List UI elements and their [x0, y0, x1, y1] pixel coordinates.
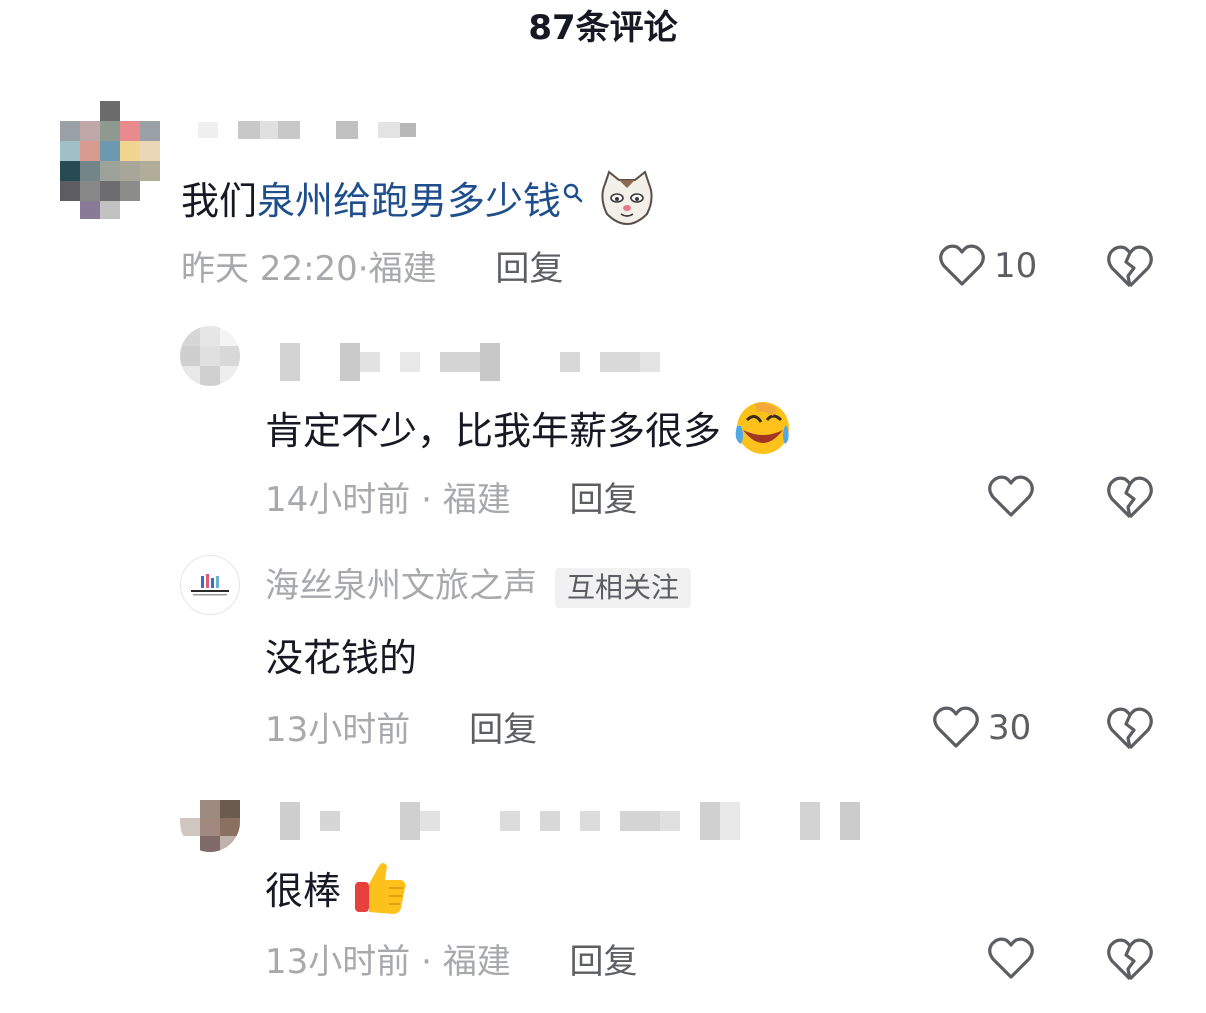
like-button[interactable]: [987, 475, 1035, 519]
comment-meta: 13小时前 · 福建 回复: [265, 940, 638, 984]
comment-meta: 14小时前 · 福建 回复: [265, 478, 638, 522]
comment-text-plain: 我们: [181, 179, 258, 223]
broken-heart-icon: [1107, 707, 1153, 750]
heart-outline-icon: [988, 475, 1034, 517]
laughing-crying-emoji-icon: [733, 400, 791, 467]
comments-count-title: 87条评论: [528, 8, 678, 48]
comment-location: 福建: [442, 942, 511, 982]
like-count: 10: [994, 246, 1038, 286]
author-name-blurred[interactable]: [198, 121, 416, 139]
author-name-blurred[interactable]: [280, 342, 660, 382]
comment-text: 很棒: [265, 860, 409, 927]
comment-text: 我们泉州给跑男多少钱: [181, 170, 657, 237]
mutual-follow-badge: 互相关注: [555, 567, 692, 608]
comment-meta: 13小时前 回复: [265, 708, 537, 752]
thumbs-up-emoji-icon: [353, 860, 409, 927]
avatar[interactable]: [180, 555, 240, 615]
reply-button[interactable]: 回复: [469, 710, 537, 750]
comment-text-body: 肯定不少，比我年薪多很多: [265, 409, 722, 453]
meta-separator: ·: [357, 249, 369, 289]
dislike-button[interactable]: [1106, 706, 1154, 756]
comment-text: 没花钱的: [265, 634, 417, 682]
meta-separator: ·: [421, 480, 432, 520]
avatar[interactable]: [180, 326, 240, 386]
avatar[interactable]: [60, 101, 160, 219]
reply-button[interactable]: 回复: [495, 249, 563, 289]
search-keyword-link[interactable]: 泉州给跑男多少钱: [257, 179, 561, 223]
like-button[interactable]: 10: [938, 244, 1037, 288]
author-name[interactable]: 海丝泉州文旅之声 互相关注: [265, 564, 692, 608]
comment-text-body: 没花钱的: [265, 636, 418, 680]
comment-location: 福建: [442, 480, 511, 520]
dislike-button[interactable]: [1106, 475, 1154, 525]
heart-outline-icon: [933, 706, 979, 748]
broken-heart-icon: [1107, 476, 1153, 519]
like-button[interactable]: 30: [932, 706, 1031, 750]
comment-location: 福建: [368, 249, 437, 289]
like-count: 30: [988, 708, 1032, 748]
comment-time: 13小时前: [265, 942, 411, 982]
comment-meta: 昨天 22:20·福建 回复: [181, 247, 563, 291]
comment-text-body: 很棒: [265, 869, 342, 913]
dislike-button[interactable]: [1106, 244, 1154, 294]
like-button[interactable]: [987, 937, 1035, 981]
search-icon[interactable]: [561, 170, 585, 218]
author-name-blurred[interactable]: [280, 802, 860, 840]
broken-heart-icon: [1107, 245, 1153, 288]
comment-time: 昨天 22:20: [181, 249, 358, 289]
avatar[interactable]: [180, 800, 240, 852]
heart-outline-icon: [939, 244, 985, 286]
cat-face-emoji-icon: [597, 170, 657, 237]
author-name-text[interactable]: 海丝泉州文旅之声: [265, 566, 537, 606]
comment-time: 14小时前: [265, 480, 411, 520]
official-logo-icon: [191, 574, 229, 596]
heart-outline-icon: [988, 937, 1034, 979]
comment-text: 肯定不少，比我年薪多很多: [265, 400, 791, 467]
reply-button[interactable]: 回复: [570, 942, 638, 982]
comments-panel: 87条评论 我们泉州给跑男多少钱 昨天 22:20·福建 回复 10 肯定不少，…: [0, 0, 1206, 1013]
reply-button[interactable]: 回复: [570, 480, 638, 520]
broken-heart-icon: [1107, 938, 1153, 981]
meta-separator: ·: [421, 942, 432, 982]
comment-time: 13小时前: [265, 710, 411, 750]
dislike-button[interactable]: [1106, 937, 1154, 987]
